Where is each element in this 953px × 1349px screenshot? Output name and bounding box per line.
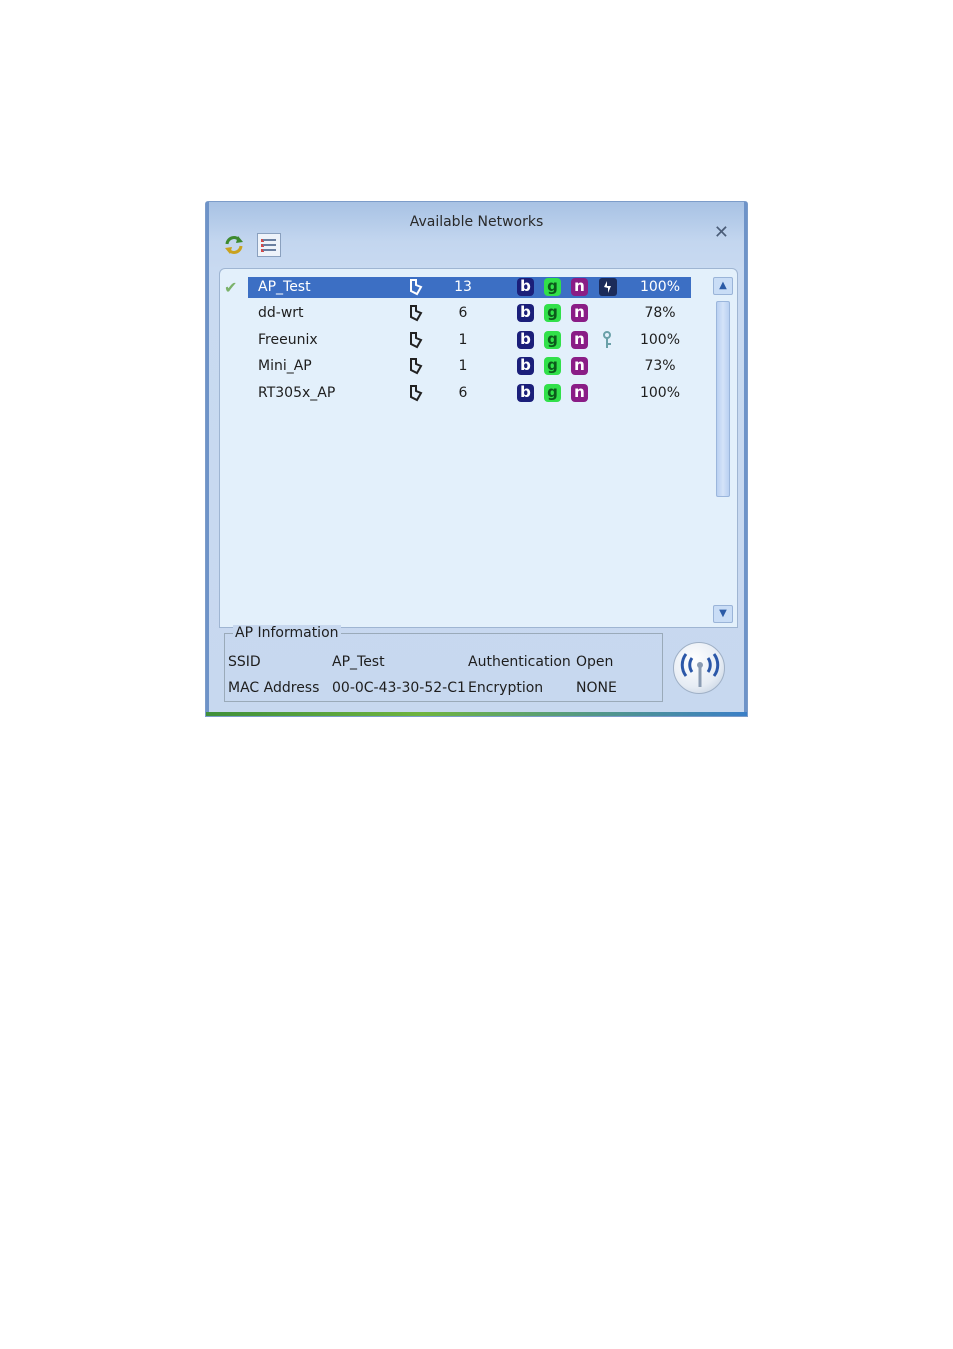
network-ssid: dd-wrt xyxy=(258,305,304,321)
scroll-thumb[interactable] xyxy=(716,301,730,497)
signal-strength: 78% xyxy=(644,305,676,321)
close-icon[interactable]: ✕ xyxy=(714,222,729,243)
window-title: Available Networks xyxy=(409,214,544,230)
network-list[interactable]: ✔ AP_Test 13 b g n 100% dd-wrt 6 b g n 78% Freeunix 1 b… xyxy=(219,268,738,628)
mode-g-icon: g xyxy=(544,331,561,349)
mode-b-icon: b xyxy=(517,304,534,322)
ap-information-legend: AP Information xyxy=(233,625,341,641)
signal-strength: 73% xyxy=(644,358,676,374)
mode-g-icon: g xyxy=(544,384,561,402)
mode-n-icon: n xyxy=(571,304,588,322)
available-networks-window: Available Networks ✕ ✔ AP_Test 13 b g n 100% dd… xyxy=(205,201,748,717)
ap-information-group: AP Information SSID AP_Test Authenticati… xyxy=(224,625,663,702)
infrastructure-icon xyxy=(405,277,425,297)
network-ssid: Freeunix xyxy=(258,332,318,348)
refresh-icon[interactable] xyxy=(223,234,245,256)
network-ssid: Mini_AP xyxy=(258,358,312,374)
network-channel: 1 xyxy=(458,358,468,374)
authentication-value: Open xyxy=(576,654,614,670)
authentication-label: Authentication xyxy=(468,654,571,670)
network-ssid: AP_Test xyxy=(258,279,311,295)
window-border-left xyxy=(206,202,209,716)
infrastructure-icon xyxy=(405,356,425,376)
mode-b-icon: b xyxy=(517,278,534,296)
network-channel: 13 xyxy=(454,279,472,295)
antenna-icon xyxy=(680,653,720,687)
connected-check-icon: ✔ xyxy=(224,278,238,297)
window-border-right xyxy=(744,202,747,716)
key-icon xyxy=(598,330,618,350)
network-ssid: RT305x_AP xyxy=(258,385,336,401)
network-row[interactable]: Mini_AP 1 b g n 73% xyxy=(220,356,700,378)
mode-g-icon: g xyxy=(544,357,561,375)
infrastructure-icon xyxy=(405,330,425,350)
scroll-down-button[interactable]: ▼ xyxy=(713,605,733,623)
mode-b-icon: b xyxy=(517,357,534,375)
mac-address-value: 00-0C-43-30-52-C1 xyxy=(332,680,466,696)
network-row[interactable]: ✔ AP_Test 13 b g n 100% xyxy=(220,277,700,299)
ssid-label: SSID xyxy=(228,654,261,670)
network-row[interactable]: Freeunix 1 b g n 100% xyxy=(220,330,700,352)
wireless-radio-button[interactable] xyxy=(673,642,725,694)
encryption-label: Encryption xyxy=(468,680,544,696)
list-view-icon[interactable] xyxy=(257,233,281,257)
infrastructure-icon xyxy=(405,303,425,323)
network-row[interactable]: RT305x_AP 6 b g n 100% xyxy=(220,383,700,405)
vertical-scrollbar[interactable]: ▲ ▼ xyxy=(713,277,733,627)
network-row[interactable]: dd-wrt 6 b g n 78% xyxy=(220,303,700,325)
network-channel: 6 xyxy=(458,385,468,401)
mode-n-icon: n xyxy=(571,384,588,402)
wps-icon xyxy=(598,277,618,297)
mode-g-icon: g xyxy=(544,278,561,296)
mode-n-icon: n xyxy=(571,331,588,349)
mode-b-icon: b xyxy=(517,384,534,402)
scroll-up-button[interactable]: ▲ xyxy=(713,277,733,295)
signal-strength: 100% xyxy=(639,332,681,348)
signal-strength: 100% xyxy=(639,279,681,295)
mode-n-icon: n xyxy=(571,357,588,375)
mode-g-icon: g xyxy=(544,304,561,322)
window-border-bottom xyxy=(206,712,747,716)
infrastructure-icon xyxy=(405,383,425,403)
network-channel: 6 xyxy=(458,305,468,321)
ssid-value: AP_Test xyxy=(332,654,385,670)
signal-strength: 100% xyxy=(639,385,681,401)
encryption-value: NONE xyxy=(576,680,617,696)
mode-n-icon: n xyxy=(571,278,588,296)
mac-address-label: MAC Address xyxy=(228,680,320,696)
network-channel: 1 xyxy=(458,332,468,348)
mode-b-icon: b xyxy=(517,331,534,349)
